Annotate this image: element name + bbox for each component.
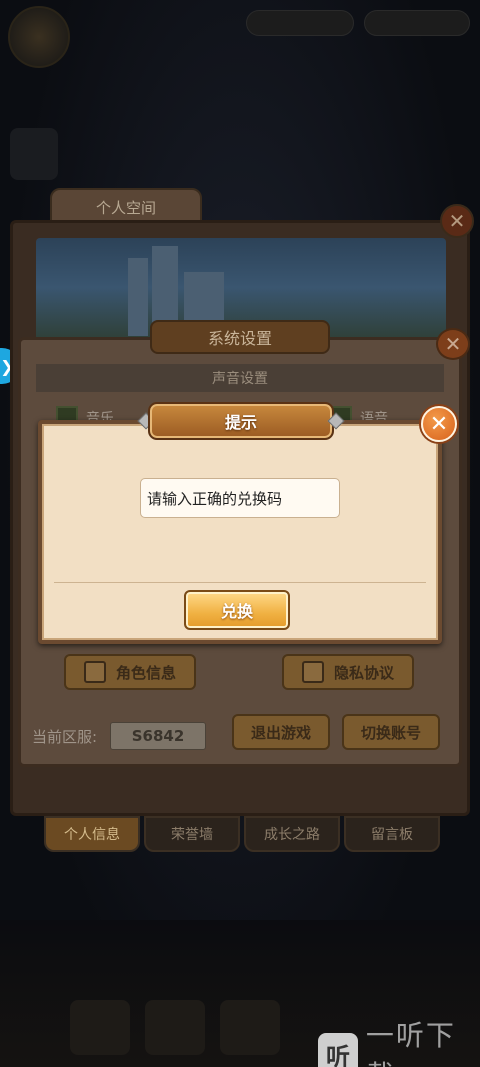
close-icon[interactable]: ✕ xyxy=(436,328,470,360)
settings-title: 系统设置 xyxy=(150,320,330,354)
dock-item[interactable] xyxy=(145,1000,205,1055)
watermark-text: 一听下载 xyxy=(365,1019,456,1067)
prompt-title: 提示 xyxy=(148,402,334,440)
tab-message-board[interactable]: 留言板 xyxy=(344,816,440,852)
tab-growth-path[interactable]: 成长之路 xyxy=(244,816,340,852)
currency-pill[interactable] xyxy=(364,10,470,36)
document-icon xyxy=(301,661,324,683)
dock-item[interactable] xyxy=(70,1000,130,1055)
privacy-button[interactable]: 隐私协议 xyxy=(282,654,414,690)
server-label: 当前区服: xyxy=(32,728,98,746)
redeem-code-input[interactable]: 请输入正确的兑换码 xyxy=(140,478,340,518)
role-info-button[interactable]: 角色信息 xyxy=(64,654,196,690)
sound-settings-header: 声音设置 xyxy=(36,364,444,392)
watermark-logo: 听 xyxy=(318,1033,358,1067)
close-icon[interactable]: ✕ xyxy=(440,204,474,238)
document-icon xyxy=(83,661,106,683)
close-icon[interactable]: ✕ xyxy=(421,406,457,442)
side-menu-icon[interactable] xyxy=(10,128,58,180)
tab-personal-info[interactable]: 个人信息 xyxy=(44,816,140,852)
currency-pill[interactable] xyxy=(246,10,354,36)
watermark: 听 一听下载 xyxy=(318,1014,480,1067)
dock-item[interactable] xyxy=(220,1000,280,1055)
divider xyxy=(54,582,426,583)
prompt-title-plate: 提示 xyxy=(137,402,345,440)
privacy-label: 隐私协议 xyxy=(333,663,394,682)
exit-game-button[interactable]: 退出游戏 xyxy=(232,714,330,750)
role-info-label: 角色信息 xyxy=(115,663,176,682)
tab-honor-wall[interactable]: 荣誉墙 xyxy=(144,816,240,852)
avatar[interactable] xyxy=(8,6,70,68)
server-value: S6842 xyxy=(110,722,206,750)
redeem-button[interactable]: 兑换 xyxy=(184,590,290,630)
switch-account-button[interactable]: 切换账号 xyxy=(342,714,440,750)
space-tab-bar: 个人信息 荣誉墙 成长之路 留言板 xyxy=(44,816,440,852)
